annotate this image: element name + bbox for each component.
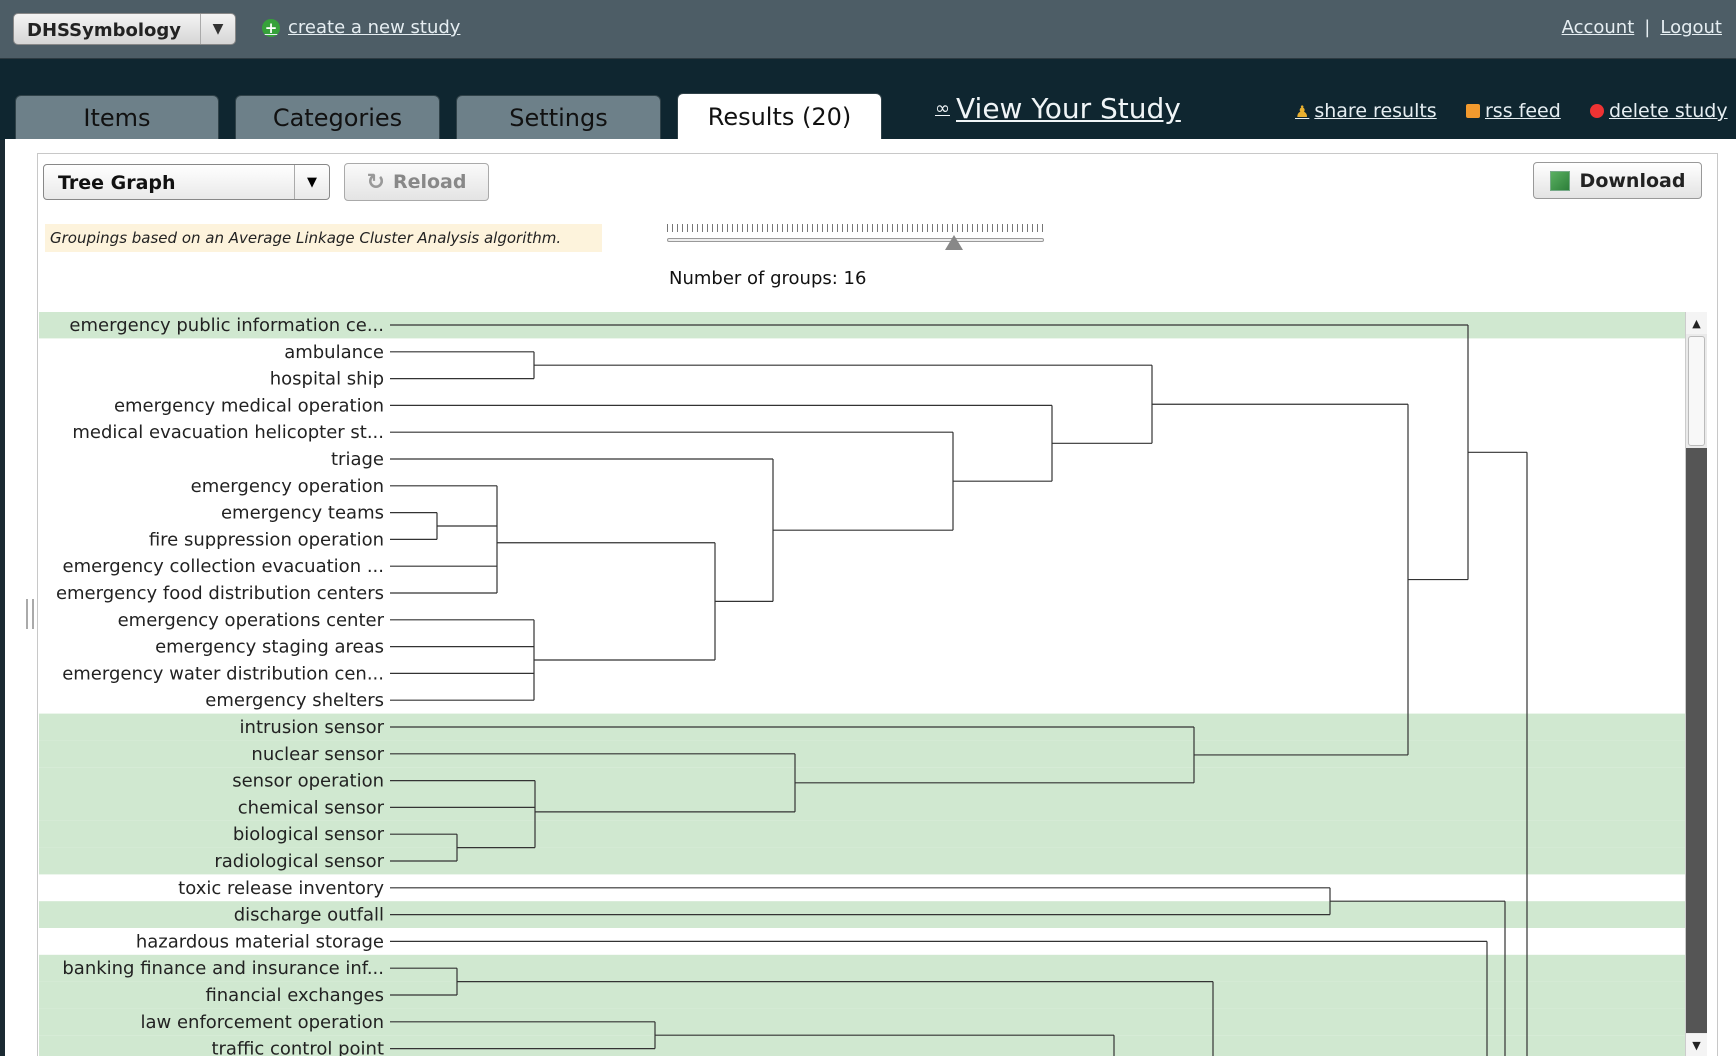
- tree-leaf-label[interactable]: fire suppression operation: [149, 529, 384, 550]
- view-study-label: View Your Study: [956, 92, 1181, 125]
- slider-thumb[interactable]: [944, 235, 963, 250]
- tree-leaf-label[interactable]: toxic release inventory: [178, 878, 384, 899]
- chevron-down-icon[interactable]: ▼: [200, 14, 235, 44]
- reload-button[interactable]: ↻ Reload: [344, 163, 489, 201]
- share-results-link[interactable]: ♟ share results: [1295, 100, 1437, 122]
- study-selector[interactable]: DHSSymbology ▼: [13, 13, 236, 45]
- rss-icon: [1466, 104, 1480, 118]
- graph-type-select[interactable]: Tree Graph ▼: [43, 164, 330, 200]
- tree-leaf-label[interactable]: triage: [331, 449, 384, 470]
- download-button[interactable]: Download: [1533, 162, 1702, 199]
- tree-leaf-label[interactable]: emergency operation: [191, 476, 384, 497]
- logout-link[interactable]: Logout: [1660, 17, 1722, 38]
- link-separator: |: [1644, 17, 1651, 38]
- tab-items[interactable]: Items: [15, 95, 219, 140]
- tree-leaf-label[interactable]: hazardous material storage: [136, 931, 384, 952]
- scroll-up-icon[interactable]: ▲: [1686, 312, 1707, 334]
- chevron-down-icon[interactable]: ▼: [294, 165, 329, 199]
- tree-scrollbar[interactable]: ▲ ▼: [1685, 312, 1707, 1056]
- tree-leaf-label[interactable]: nuclear sensor: [251, 744, 384, 765]
- tree-leaf-label[interactable]: traffic control point: [211, 1039, 384, 1056]
- share-person-icon: ♟: [1295, 101, 1310, 121]
- tree-leaf-label[interactable]: emergency food distribution centers: [56, 583, 384, 604]
- scroll-down-icon[interactable]: ▼: [1686, 1034, 1707, 1056]
- resize-grip[interactable]: [26, 599, 34, 629]
- scrollbar-thumb[interactable]: [1688, 336, 1705, 446]
- reload-icon: ↻: [366, 169, 385, 195]
- tree-leaf-label[interactable]: financial exchanges: [205, 985, 384, 1006]
- view-study-link[interactable]: ∞ View Your Study: [935, 92, 1181, 125]
- tree-leaf-label[interactable]: radiological sensor: [214, 851, 384, 872]
- study-name: DHSSymbology: [27, 20, 182, 41]
- create-study-label: create a new study: [288, 17, 461, 38]
- scrollbar-track: [1686, 448, 1707, 1033]
- groups-slider[interactable]: [667, 224, 1044, 254]
- tab-results[interactable]: Results (20): [677, 93, 882, 141]
- tree-leaf-label[interactable]: chemical sensor: [238, 797, 385, 818]
- tree-leaf-label[interactable]: emergency teams: [221, 503, 384, 524]
- tree-leaf-label[interactable]: emergency medical operation: [114, 395, 384, 416]
- tree-leaf-label[interactable]: emergency operations center: [118, 610, 385, 631]
- tree-leaf-label[interactable]: sensor operation: [232, 771, 384, 792]
- tab-categories[interactable]: Categories: [235, 95, 440, 140]
- create-study-link[interactable]: + create a new study: [262, 17, 460, 38]
- graph-type-value: Tree Graph: [58, 172, 176, 194]
- tree-leaf-label[interactable]: hospital ship: [270, 369, 384, 390]
- download-label: Download: [1579, 169, 1686, 192]
- reload-label: Reload: [392, 171, 467, 193]
- slider-track[interactable]: [667, 238, 1044, 242]
- number-of-groups: Number of groups: 16: [669, 268, 867, 289]
- tab-settings[interactable]: Settings: [456, 95, 661, 140]
- account-link[interactable]: Account: [1562, 17, 1635, 38]
- tree-leaf-label[interactable]: emergency collection evacuation ...: [63, 556, 385, 577]
- tree-leaf-label[interactable]: discharge outfall: [234, 905, 384, 926]
- image-icon: [1549, 170, 1570, 191]
- plus-icon: +: [262, 18, 280, 37]
- account-links: Account | Logout: [1562, 17, 1722, 38]
- tree-leaf-label[interactable]: law enforcement operation: [140, 1012, 384, 1033]
- slider-ticks: [667, 224, 1044, 232]
- tree-leaf-label[interactable]: banking finance and insurance inf...: [62, 958, 384, 979]
- tree-leaf-label[interactable]: medical evacuation helicopter st...: [72, 422, 384, 443]
- tree-leaf-label[interactable]: emergency water distribution cen...: [62, 663, 384, 684]
- rss-feed-label: rss feed: [1485, 100, 1561, 122]
- delete-study-label: delete study: [1609, 100, 1728, 122]
- share-results-label: share results: [1314, 100, 1437, 122]
- link-chain-icon: ∞: [935, 98, 950, 119]
- tree-leaf-label[interactable]: intrusion sensor: [240, 717, 385, 738]
- delete-study-link[interactable]: delete study: [1590, 100, 1728, 122]
- tree-leaf-label[interactable]: emergency staging areas: [155, 637, 384, 658]
- tree-leaf-label[interactable]: emergency shelters: [205, 690, 384, 711]
- analysis-note: Groupings based on an Average Linkage Cl…: [45, 224, 602, 252]
- tree-leaf-label[interactable]: ambulance: [284, 342, 384, 363]
- top-bar: DHSSymbology ▼ + create a new study Acco…: [0, 0, 1736, 59]
- delete-icon: [1590, 104, 1604, 118]
- tree-leaf-label[interactable]: biological sensor: [233, 824, 385, 845]
- rss-feed-link[interactable]: rss feed: [1466, 100, 1561, 122]
- tree-graph: emergency public information ce... ambula…: [39, 312, 1685, 1056]
- tree-leaf-label[interactable]: emergency public information ce...: [69, 315, 384, 336]
